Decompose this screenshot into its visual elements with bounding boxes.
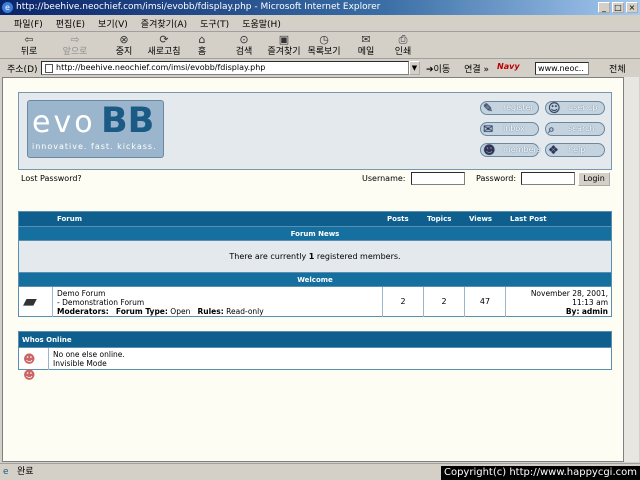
close-button[interactable]: × [626,2,638,13]
invisible-mode-text: Invisible Mode [53,359,107,368]
favorites-button[interactable]: ▣ 즐겨찾기 [264,33,304,57]
go-button[interactable]: ➔이동 [426,62,450,75]
minimize-button[interactable]: _ [598,2,610,13]
lost-password-link[interactable]: Lost Password? [21,170,82,187]
search-icon: ⊙ [239,33,249,46]
magnifier-icon: ⌕ [548,122,555,136]
mail-button[interactable]: ✉ 메일 [352,33,380,57]
login-button[interactable]: Login [578,172,610,186]
refresh-icon: ⟳ [159,33,169,46]
favorites-folder-icon: ▣ [278,33,290,46]
last-post-author-link[interactable]: admin [582,307,608,316]
page-icon [45,64,53,73]
help-book-icon: ❖ [548,143,559,157]
address-dropdown-button[interactable]: ▼ [409,61,420,75]
history-button[interactable]: ◷ 목록보기 [304,33,344,57]
menu-edit[interactable]: 편집(E) [56,17,85,30]
go-arrow-icon: ➔ [426,64,434,75]
forum-last-post: November 28, 2001, 11:13 am By: admin [530,289,608,316]
forum-views-count: 47 [465,287,506,317]
window-title: http://beehive.neochief.com/imsi/evobb/f… [16,2,381,12]
back-button[interactable]: ⇦ 뒤로 [14,33,44,57]
forum-meta: Moderators: Forum Type: Open Rules: Read… [57,307,264,316]
forum-topics-count: 2 [424,287,465,317]
whos-online-header: Whos Online [19,332,611,347]
menu-bar: 파일(F) 편집(E) 보기(V) 즐겨찾기(A) 도구(T) 도움말(H) [0,15,640,32]
navy-all-button[interactable]: 전체 [609,62,626,75]
member-count-text: There are currently 1 registered members… [19,240,611,272]
menu-tools[interactable]: 도구(T) [200,17,229,30]
home-icon: ⌂ [198,33,206,46]
search-button[interactable]: ⊙ 검색 [230,33,258,57]
forward-button[interactable]: ⇨ 앞으로 [58,33,92,57]
address-input[interactable]: http://beehive.neochief.com/imsi/evobb/f… [41,61,409,75]
login-bar: Lost Password? Username: Password: Login [18,170,612,187]
status-bar: e 완료 Copyright(c) http://www.happycgi.co… [0,463,640,480]
forum-description: - Demonstration Forum [57,298,145,307]
col-last-post: Last Post [510,215,547,223]
col-topics: Topics [427,215,452,223]
navy-toolbar-logo[interactable]: Navy [497,62,531,74]
whos-online-row: ☻☻ No one else online. Invisible Mode [19,347,611,382]
category-welcome[interactable]: Welcome [19,272,611,286]
forum-table: Forum Posts Topics Views Last Post Forum… [18,211,612,317]
stop-icon: ⊗ [119,33,129,46]
mail-icon: ✉ [361,33,371,46]
forum-table-header: Forum Posts Topics Views Last Post [19,212,611,226]
user-cp-button[interactable]: ☺ user cp [545,101,605,115]
inbox-button[interactable]: ✉ inbox [480,122,539,136]
forum-posts-count: 2 [383,287,424,317]
toolbar: ⇦ 뒤로 ⇨ 앞으로 ⊗ 중지 ⟳ 새로고침 ⌂ 홈 ⊙ 검색 ▣ 즐겨찾기 ◷ 목록보기 ✉ 메… [0,32,640,59]
col-posts: Posts [387,215,409,223]
refresh-button[interactable]: ⟳ 새로고침 [144,33,184,57]
page-content: evo BB innovative. fast. kickass. ✎ regis… [2,77,624,462]
maximize-button[interactable]: □ [612,2,624,13]
vertical-scrollbar[interactable] [624,77,639,462]
board-header: evo BB innovative. fast. kickass. ✎ regis… [18,92,612,170]
stop-button[interactable]: ⊗ 중지 [112,33,136,57]
copyright-watermark: Copyright(c) http://www.happycgi.com [440,466,640,480]
address-bar: 주소(D) http://beehive.neochief.com/imsi/e… [0,60,640,76]
online-status-text: No one else online. [53,350,125,359]
help-button[interactable]: ❖ help [545,143,605,157]
address-label: 주소(D) [7,64,38,75]
username-input[interactable] [411,172,465,185]
navy-search-input[interactable]: www.neoc.. [535,61,590,75]
links-button[interactable]: 연결 » [464,62,489,75]
back-arrow-icon: ⇦ [24,33,34,46]
user-cp-icon: ☺ [548,101,561,115]
register-icon: ✎ [483,101,494,115]
folder-icon: ▰ [23,291,37,312]
page-done-icon: e [3,467,9,477]
evobb-logo[interactable]: evo BB innovative. fast. kickass. [27,100,164,158]
forum-name-link[interactable]: Demo Forum [57,289,264,298]
menu-view[interactable]: 보기(V) [98,17,128,30]
category-forum-news[interactable]: Forum News [19,226,611,240]
menu-help[interactable]: 도움말(H) [242,17,281,30]
whos-online-panel: Whos Online ☻☻ No one else online. Invis… [18,331,612,382]
members-button[interactable]: ☻ members [480,143,541,157]
home-button[interactable]: ⌂ 홈 [192,33,212,57]
search-forum-button[interactable]: ⌕ search [545,122,605,136]
inbox-icon: ✉ [483,122,494,136]
history-icon: ◷ [319,33,329,46]
status-text: 완료 [17,467,34,477]
forward-arrow-icon: ⇨ [70,33,80,46]
print-button[interactable]: ⎙ 인쇄 [390,33,416,57]
window-titlebar: e http://beehive.neochief.com/imsi/evobb… [0,0,640,15]
menu-favorites[interactable]: 즐겨찾기(A) [141,17,187,30]
members-icon: ☻ [483,143,496,157]
col-forum: Forum [57,215,83,223]
online-users-icon: ☻☻ [23,352,36,382]
password-input[interactable] [521,172,575,185]
printer-icon: ⎙ [398,33,408,46]
forum-row: ▰ Demo Forum - Demonstration Forum Moder… [19,286,611,317]
col-views: Views [469,215,493,223]
ie-icon: e [2,2,13,13]
password-label: Password: [476,174,517,183]
username-label: Username: [362,174,406,183]
register-button[interactable]: ✎ register [480,101,539,115]
menu-file[interactable]: 파일(F) [14,17,43,30]
